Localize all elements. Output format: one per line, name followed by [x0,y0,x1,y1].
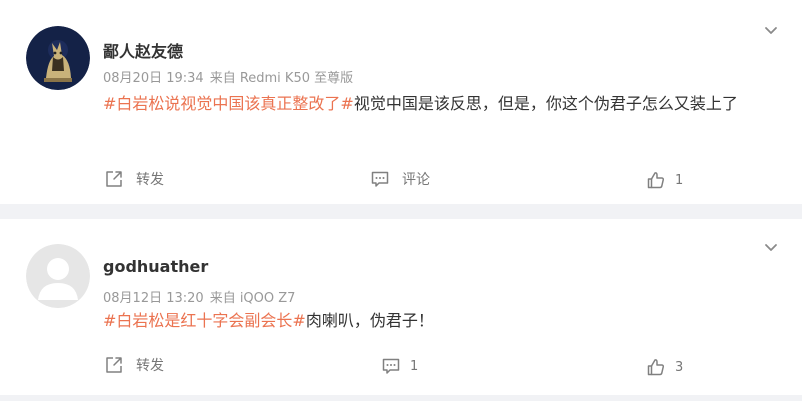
thumbs-up-icon [647,172,665,189]
like-count: 1 [675,172,684,188]
username[interactable]: 鄙人赵友德 [103,38,183,62]
post-date[interactable]: 08月12日 13:20 [103,291,204,306]
like-count: 3 [675,359,684,375]
comment-button[interactable]: 1 [381,356,418,376]
post-meta: 08月12日 13:20 来自 iQOO Z7 [103,287,295,306]
post-source: 来自 iQOO Z7 [209,291,296,306]
avatar[interactable] [26,244,90,308]
share-label: 转发 [136,172,164,188]
username[interactable]: godhuather [103,257,208,276]
post-meta: 08月20日 19:34 来自 Redmi K50 至尊版 [103,67,353,86]
comment-count: 1 [410,358,419,374]
share-button[interactable]: 转发 [104,355,164,375]
hashtag-link[interactable]: #白岩松说视觉中国该真正整改了# [103,94,354,113]
post-text: 视觉中国是该反思，但是，你这个伪君子怎么又装上了 [353,94,738,113]
post-card: 鄙人赵友德 08月20日 19:34 来自 Redmi K50 至尊版 #白岩松说… [0,0,802,204]
hashtag-link[interactable]: #白岩松是红十字会副会长# [103,311,306,330]
comment-label: 评论 [402,172,430,188]
comment-feed: 鄙人赵友德 08月20日 19:34 来自 Redmi K50 至尊版 #白岩松说… [0,0,802,401]
like-button[interactable]: 1 [646,170,683,190]
post-text: 肉喇叭，伪君子！ [305,311,434,330]
share-icon [106,171,122,187]
post-content: #白岩松是红十字会副会长#肉喇叭，伪君子！ [103,307,775,334]
thumbs-up-icon [647,359,665,376]
post-date[interactable]: 08月20日 19:34 [103,71,204,86]
chevron-down-icon[interactable] [764,241,778,255]
share-icon [106,357,122,373]
share-button[interactable]: 转发 [104,169,164,189]
like-button[interactable]: 3 [646,357,683,377]
comment-icon [382,358,400,374]
chevron-down-icon[interactable] [764,24,778,38]
comment-button[interactable]: 评论 [370,169,430,189]
share-label: 转发 [136,358,164,374]
post-content: #白岩松说视觉中国该真正整改了#视觉中国是该反思，但是，你这个伪君子怎么又装上了 [103,90,775,117]
post-card: godhuather 08月12日 13:20 来自 iQOO Z7 #白岩松是红… [0,219,802,395]
comment-icon [371,171,389,187]
post-source: 来自 Redmi K50 至尊版 [209,71,354,86]
avatar[interactable] [26,26,90,90]
